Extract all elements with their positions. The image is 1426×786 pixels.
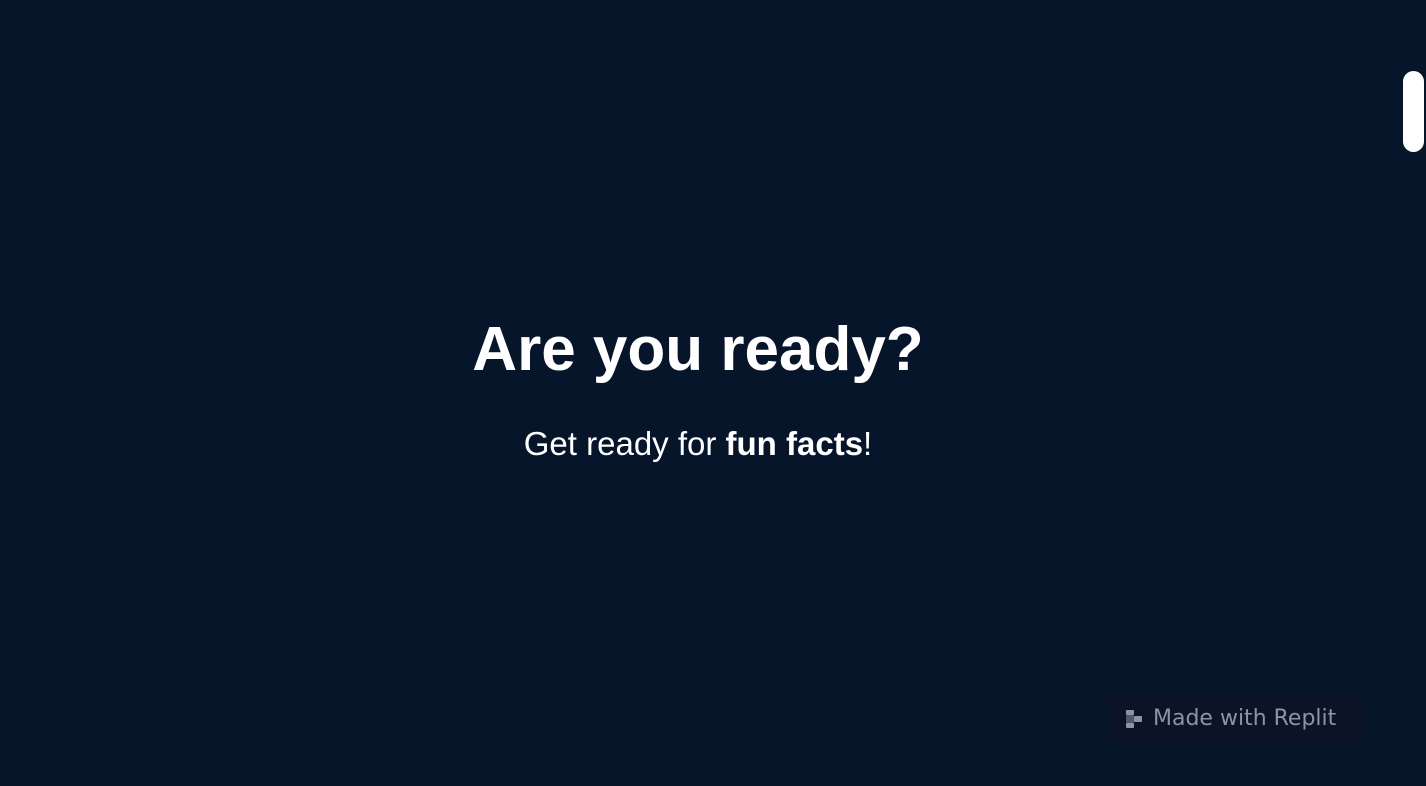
made-with-replit-label: Made with Replit (1153, 706, 1337, 731)
subtitle-suffix: ! (863, 425, 873, 462)
page-title: Are you ready? (472, 315, 924, 384)
made-with-replit-badge[interactable]: Made with Replit (1107, 694, 1363, 744)
replit-logo-icon (1126, 710, 1142, 728)
subtitle-emphasis: fun facts (725, 425, 864, 462)
subtitle-prefix: Get ready for (523, 425, 726, 462)
scrollbar-thumb[interactable] (1403, 71, 1424, 152)
page: Are you ready? Get ready for fun facts! … (0, 0, 1426, 786)
page-subtitle: Get ready for fun facts! (0, 424, 1396, 464)
